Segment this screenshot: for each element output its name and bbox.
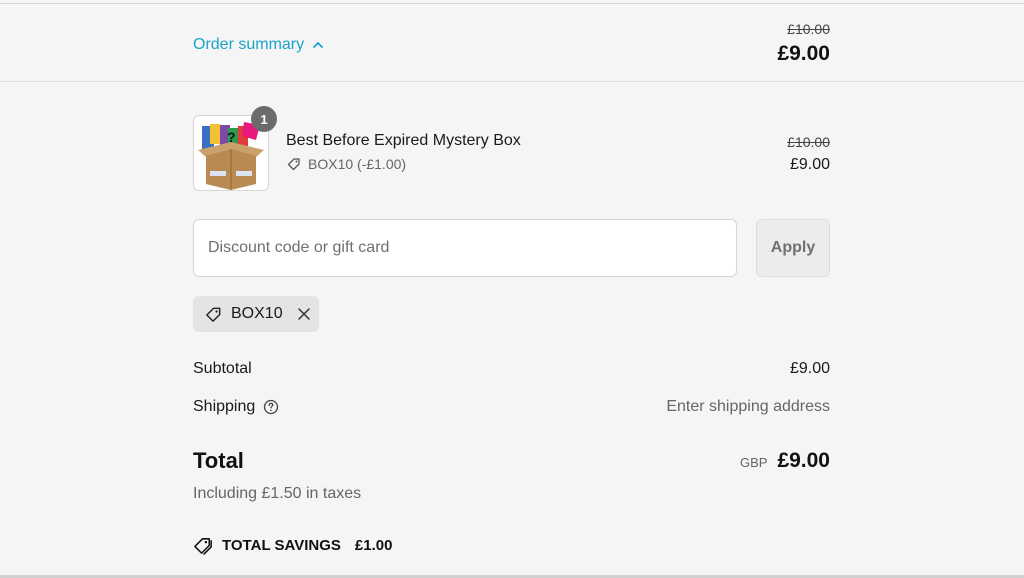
shipping-row: Shipping [193, 398, 279, 416]
remove-code-button[interactable] [291, 307, 311, 321]
subtotal-value: £9.00 [789, 360, 830, 377]
applied-code-label: BOX10 [231, 305, 283, 322]
currency-code: GBP [739, 455, 768, 470]
shipping-label: Shipping [193, 398, 256, 415]
tax-note: Including £1.50 in taxes [193, 485, 362, 502]
total-label: Total [193, 448, 244, 473]
product-discount: BOX10 (-£1.00) [286, 156, 406, 172]
quantity-badge: 1 [251, 106, 277, 132]
subtotal-label: Subtotal [193, 360, 252, 377]
chevron-up-icon [313, 42, 324, 48]
tags-icon [194, 538, 212, 555]
product-price: £9.00 [789, 156, 830, 173]
tag-icon [204, 305, 223, 324]
close-icon [297, 308, 310, 320]
apply-button[interactable]: Apply [756, 219, 830, 277]
product-discount-label: BOX10 (-£1.00) [308, 156, 407, 172]
product-name: Best Before Expired Mystery Box [286, 132, 521, 149]
total-value: £9.00 [777, 449, 830, 472]
discount-code-input[interactable] [193, 219, 737, 277]
product-original-price: £10.00 [787, 134, 830, 150]
order-summary-toggle[interactable]: Order summary [193, 36, 324, 54]
shipping-value: Enter shipping address [666, 398, 830, 415]
question-circle-icon[interactable] [263, 399, 279, 415]
header-total: £9.00 [777, 42, 830, 65]
applied-code-chip: BOX10 [193, 296, 319, 332]
total-savings: TOTAL SAVINGS £1.00 [193, 535, 392, 556]
total-savings-value: £1.00 [354, 537, 393, 554]
order-summary-bar: Order summary £10.00 £9.00 [0, 4, 1024, 82]
order-summary-label: Order summary [193, 36, 305, 53]
tag-icon [287, 158, 300, 171]
total-value-group: GBP £9.00 [740, 449, 830, 473]
total-savings-label: TOTAL SAVINGS [222, 537, 341, 554]
header-original-total: £10.00 [787, 21, 830, 37]
